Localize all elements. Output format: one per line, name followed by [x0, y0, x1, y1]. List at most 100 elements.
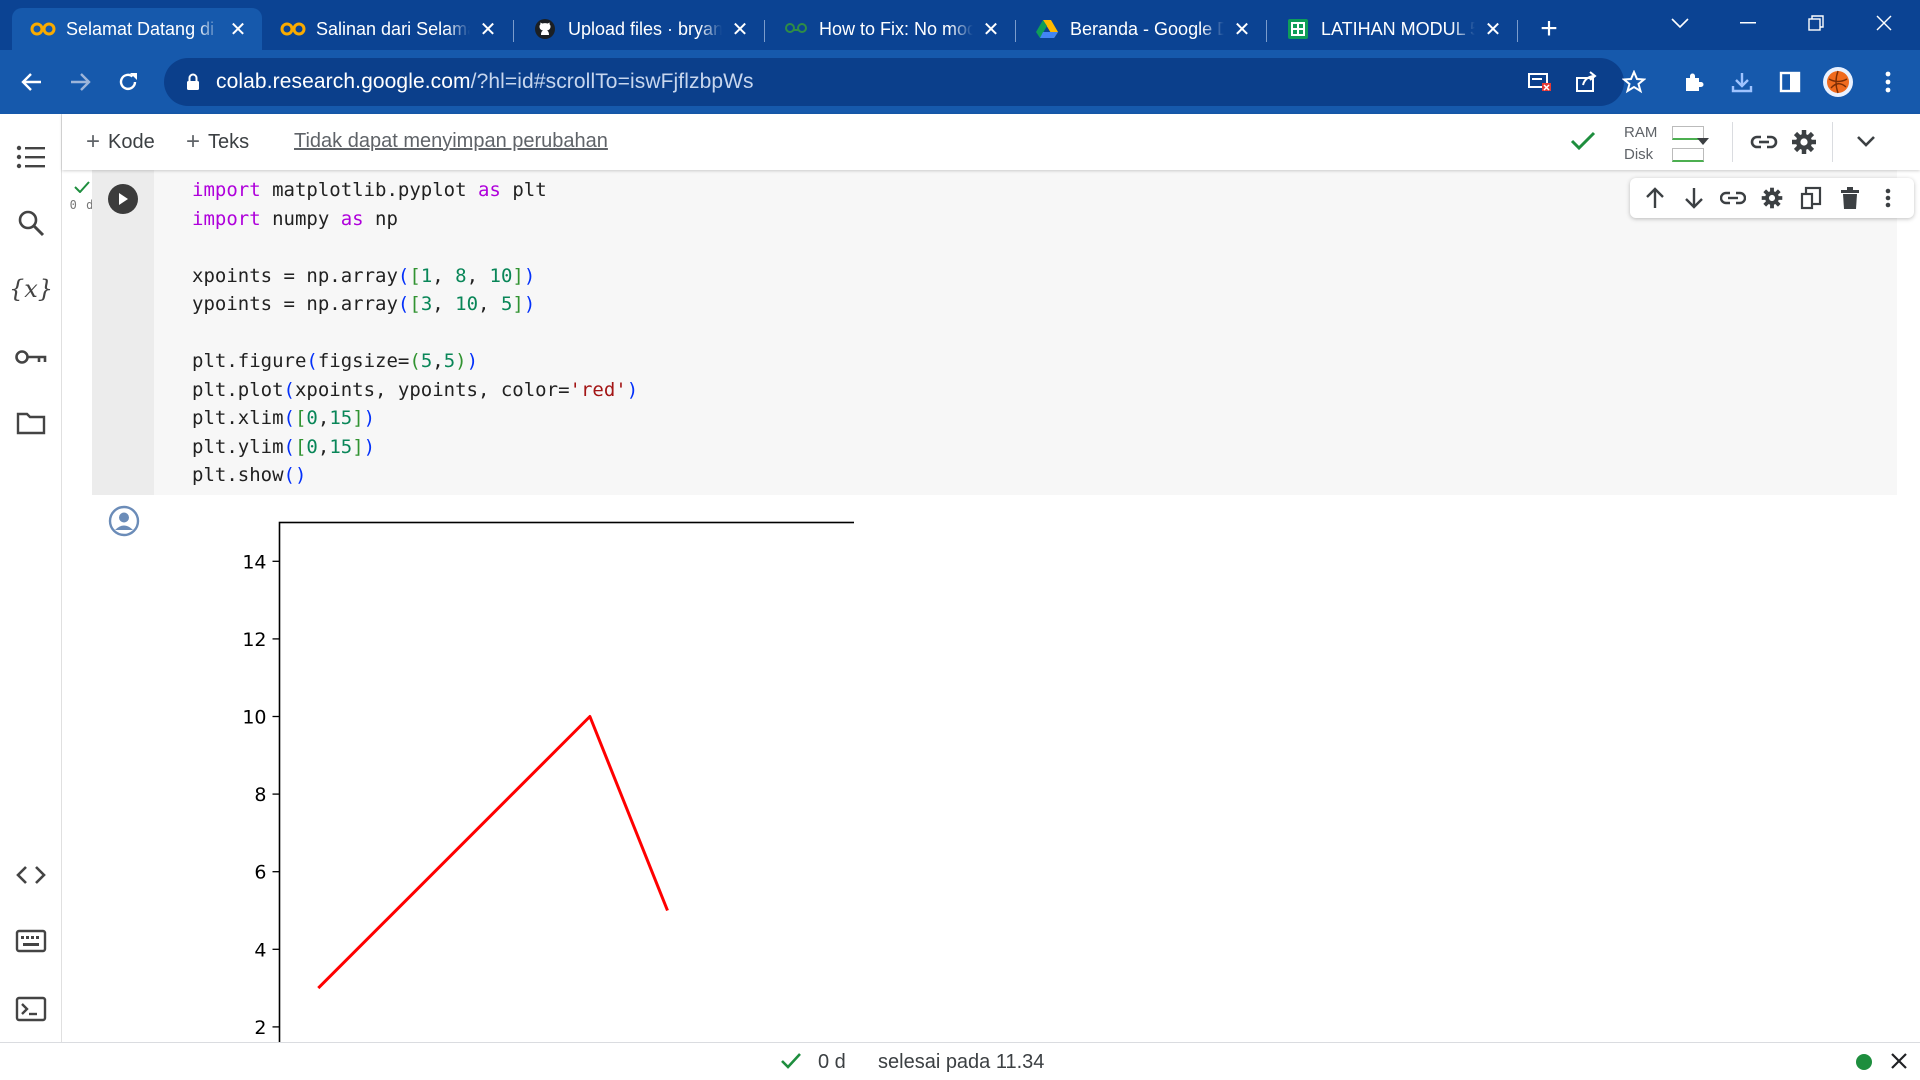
browser-tab-howtofix[interactable]: How to Fix: No module named ✕ [765, 8, 1015, 50]
profile-avatar[interactable] [1820, 64, 1856, 100]
code-line: plt.ylim([0,15]) [192, 435, 376, 458]
y-tick-label: 4 [254, 939, 266, 961]
new-tab-button[interactable]: + [1532, 12, 1566, 46]
code-editor[interactable]: import matplotlib.pyplot as plt import nu… [192, 176, 638, 490]
browser-tab-colab-copy[interactable]: Salinan dari Selamat Datang di Colaborat… [262, 8, 512, 50]
close-tab-icon[interactable]: ✕ [728, 17, 752, 41]
url-text: colab.research.google.com/?hl=id#scrollT… [216, 70, 754, 93]
lock-icon[interactable] [182, 73, 204, 91]
side-panel-icon[interactable] [1772, 64, 1808, 100]
tab-separator [1517, 20, 1518, 42]
search-icon[interactable] [10, 202, 52, 244]
browser-tab-github[interactable]: Upload files · bryanlius ✕ [514, 8, 764, 50]
code-line: xpoints = np.array([1, 8, 10]) [192, 264, 536, 287]
disk-label: Disk [1624, 146, 1654, 163]
bookmark-star-icon[interactable] [1620, 68, 1648, 96]
y-axis: 2 4 6 8 10 12 14 [242, 551, 280, 1039]
add-code-button[interactable]: + Kode [86, 128, 155, 156]
address-bar[interactable]: colab.research.google.com/?hl=id#scrollT… [164, 58, 1624, 106]
google-sheets-icon [1285, 19, 1311, 39]
browser-tabstrip: Selamat Datang di Colaboratory ✕ Salinan… [0, 0, 1920, 50]
variables-icon[interactable]: {x} [9, 268, 53, 310]
code-snippets-icon[interactable] [10, 854, 52, 896]
y-tick-label: 14 [242, 551, 266, 573]
geeks-icon [783, 19, 809, 39]
status-elapsed: 0 d [818, 1051, 846, 1073]
tab-title: Beranda - Google Drive [1070, 18, 1224, 39]
connection-status-dot [1856, 1054, 1872, 1070]
run-cell-button[interactable] [108, 184, 138, 214]
delete-cell-icon[interactable] [1833, 181, 1867, 215]
cell-link-icon[interactable] [1716, 181, 1750, 215]
close-tab-icon[interactable]: ✕ [1481, 17, 1505, 41]
notebook-area: 0 d import matplotlib.pyplot as plt impor… [62, 170, 1920, 1042]
tab-search-icon[interactable] [1660, 8, 1700, 38]
table-of-contents-icon[interactable] [10, 136, 52, 178]
cell-output: 2 4 6 8 10 12 14 [92, 495, 1897, 1042]
command-palette-icon[interactable] [10, 920, 52, 962]
ram-label: RAM [1624, 124, 1658, 141]
add-code-label: Kode [108, 130, 155, 153]
browser-tab-colab-welcome[interactable]: Selamat Datang di Colaboratory ✕ [12, 8, 262, 50]
add-text-button[interactable]: + Teks [186, 128, 249, 156]
code-line: import matplotlib.pyplot as plt [192, 179, 547, 201]
toolbar-divider [1732, 122, 1733, 162]
runtime-dropdown-icon[interactable] [1696, 134, 1710, 152]
cell-settings-icon[interactable] [1755, 181, 1789, 215]
code-line: import numpy as np [192, 207, 398, 230]
save-warning-link[interactable]: Tidak dapat menyimpan perubahan [294, 130, 608, 153]
more-actions-icon[interactable] [1871, 181, 1905, 215]
y-tick-label: 2 [254, 1017, 266, 1039]
back-button[interactable] [12, 62, 52, 102]
settings-gear-icon[interactable] [1790, 128, 1818, 161]
extensions-icon[interactable] [1676, 64, 1712, 100]
code-line: plt.show() [192, 464, 307, 486]
colab-icon [30, 19, 56, 39]
close-tab-icon[interactable]: ✕ [1230, 17, 1254, 41]
chrome-menu-icon[interactable] [1870, 64, 1906, 100]
tab-title: How to Fix: No module named [819, 18, 973, 39]
terminal-icon[interactable] [10, 988, 52, 1030]
resources-indicator[interactable]: RAM Disk [1602, 120, 1704, 166]
plus-icon: + [86, 128, 101, 155]
y-tick-label: 8 [254, 784, 266, 806]
cast-blocked-icon[interactable] [1526, 68, 1554, 96]
add-text-label: Teks [208, 130, 250, 153]
colab-toolbar: + Kode + Teks Tidak dapat menyimpan peruba… [62, 114, 1920, 170]
code-line: plt.xlim([0,15]) [192, 407, 376, 429]
series-line [317, 715, 669, 990]
restore-icon[interactable] [1796, 8, 1836, 38]
close-tab-icon[interactable]: ✕ [226, 17, 250, 41]
forward-button[interactable] [60, 62, 100, 102]
collapse-header-icon[interactable] [1856, 134, 1876, 153]
code-line: plt.plot(xpoints, ypoints, color='red') [192, 378, 639, 401]
connected-check-icon [1570, 130, 1596, 157]
cell-gutter [92, 170, 154, 495]
y-tick-label: 10 [242, 707, 266, 729]
files-folder-icon[interactable] [10, 402, 52, 444]
close-status-icon[interactable] [1890, 1052, 1908, 1075]
close-window-icon[interactable] [1864, 8, 1904, 38]
minimize-icon[interactable] [1728, 8, 1768, 38]
move-cell-down-icon[interactable] [1677, 181, 1711, 215]
google-drive-icon [1034, 19, 1060, 39]
tab-title: LATIHAN MODUL 5 [1321, 18, 1475, 39]
output-actions-icon[interactable] [108, 505, 140, 542]
download-icon[interactable] [1724, 64, 1760, 100]
reload-button[interactable] [108, 62, 148, 102]
mirror-cell-icon[interactable] [1794, 181, 1828, 215]
browser-tab-sheets[interactable]: LATIHAN MODUL 5 ✕ [1267, 8, 1517, 50]
close-tab-icon[interactable]: ✕ [979, 17, 1003, 41]
browser-tab-drive[interactable]: Beranda - Google Drive ✕ [1016, 8, 1266, 50]
cell-done-check-icon [74, 181, 90, 194]
share-link-icon[interactable] [1750, 128, 1778, 161]
secrets-key-icon[interactable] [10, 336, 52, 378]
code-cell[interactable]: import matplotlib.pyplot as plt import nu… [92, 170, 1914, 495]
tab-title: Selamat Datang di Colaboratory [66, 18, 220, 39]
share-icon[interactable] [1572, 68, 1600, 96]
close-tab-icon[interactable]: ✕ [476, 17, 500, 41]
move-cell-up-icon[interactable] [1638, 181, 1672, 215]
plot-series [317, 715, 669, 990]
toolbar-divider [1832, 122, 1833, 162]
